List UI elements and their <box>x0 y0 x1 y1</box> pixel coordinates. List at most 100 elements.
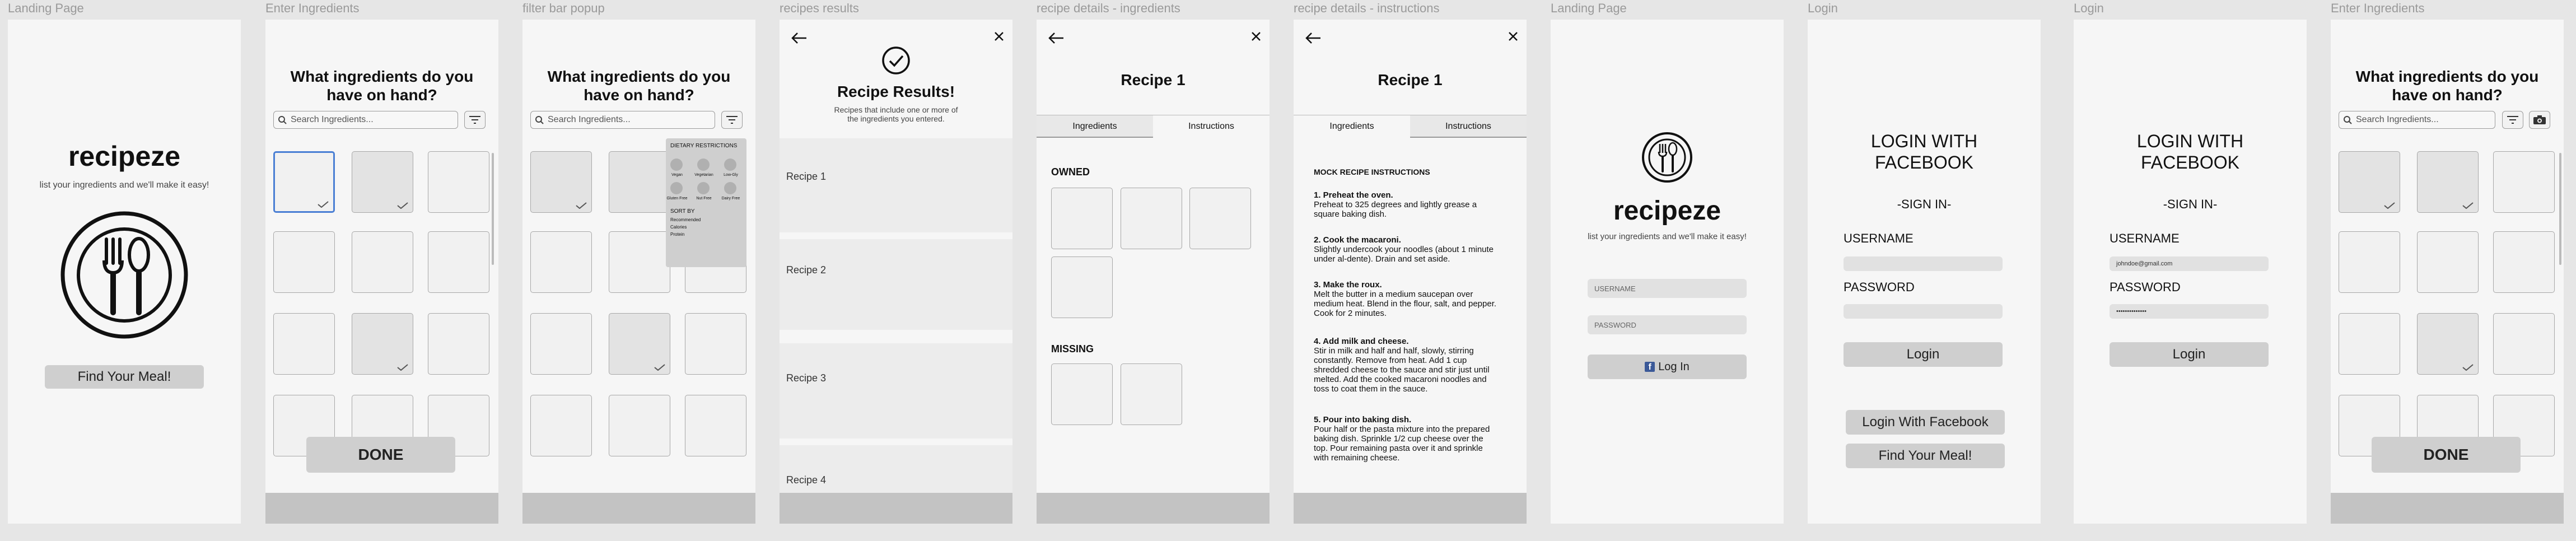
sort-option[interactable]: Protein <box>670 232 684 237</box>
missing-heading: MISSING <box>1051 343 1094 355</box>
login-button[interactable]: Login <box>1844 342 2003 367</box>
ingredient-tile[interactable] <box>2493 151 2555 213</box>
tab-ingredients[interactable]: Ingredients <box>1294 115 1410 138</box>
find-meal-button[interactable]: Find Your Meal! <box>1846 444 2005 468</box>
filter-icon <box>469 116 480 124</box>
search-input[interactable]: Search Ingredients... <box>273 111 458 129</box>
filter-popup-frame: What ingredients do you have on hand? Se… <box>522 20 755 524</box>
filter-option-toggle[interactable] <box>724 182 736 194</box>
close-icon[interactable] <box>1250 31 1262 42</box>
filter-button[interactable] <box>721 111 743 129</box>
close-icon[interactable] <box>1508 31 1519 42</box>
password-field[interactable]: •••••••••••••• <box>2110 304 2269 319</box>
ingredient-tile[interactable] <box>530 313 592 375</box>
password-field[interactable] <box>1844 304 2003 319</box>
bottom-bar <box>265 493 498 524</box>
back-arrow-icon[interactable] <box>1305 32 1322 44</box>
done-button[interactable]: DONE <box>306 437 455 473</box>
filter-button[interactable] <box>2502 111 2523 129</box>
ingredient-tile[interactable] <box>1189 188 1251 249</box>
done-button[interactable]: DONE <box>2372 437 2521 473</box>
ingredient-tile[interactable] <box>2493 231 2555 293</box>
results-title: Recipe Results! <box>837 83 955 100</box>
ingredient-tile[interactable] <box>273 313 335 375</box>
ingredient-tile[interactable] <box>530 231 592 293</box>
ingredient-tile[interactable] <box>609 151 670 213</box>
filter-option-toggle[interactable] <box>670 158 683 171</box>
ingredient-tile[interactable] <box>2417 151 2479 213</box>
username-field[interactable]: johndoe@gmail.com <box>2110 256 2269 271</box>
ingredient-tile[interactable] <box>2493 313 2555 375</box>
username-field[interactable] <box>1844 256 2003 271</box>
search-input[interactable]: Search Ingredients... <box>530 111 715 129</box>
camera-button[interactable] <box>2529 111 2550 129</box>
back-arrow-icon[interactable] <box>791 32 808 44</box>
ingredient-tile[interactable] <box>1121 363 1182 425</box>
results-subtitle: Recipes that include one or more of the … <box>834 105 958 123</box>
back-arrow-icon[interactable] <box>1048 32 1065 44</box>
tab-instructions[interactable]: Instructions <box>1410 115 1527 138</box>
ingredient-tile[interactable] <box>352 151 413 213</box>
ingredient-tile[interactable] <box>428 231 489 293</box>
ingredient-tile[interactable] <box>609 313 670 375</box>
ingredient-tile[interactable] <box>685 395 746 456</box>
sort-option[interactable]: Calories <box>670 225 687 230</box>
ingredient-tile[interactable] <box>1051 188 1113 249</box>
login-button[interactable]: Login <box>2110 342 2269 367</box>
filter-option-toggle[interactable] <box>670 182 683 194</box>
check-icon <box>318 201 329 208</box>
ingredient-tile[interactable] <box>2339 231 2400 293</box>
ingredient-tile[interactable] <box>352 313 413 375</box>
ingredient-tile[interactable] <box>1051 363 1113 425</box>
ingredient-tile[interactable] <box>530 151 592 213</box>
frame-label-details-ingredients: recipe details - ingredients <box>1037 1 1180 15</box>
ingredient-tile[interactable] <box>609 231 670 293</box>
scrollbar[interactable] <box>2559 153 2561 265</box>
sort-option[interactable]: Recommended <box>670 217 701 222</box>
find-meal-button[interactable]: Find Your Meal! <box>45 365 204 389</box>
recipe-card[interactable]: Recipe 3 <box>780 343 1012 439</box>
recipe-card[interactable]: Recipe 2 <box>780 239 1012 330</box>
ingredient-tile[interactable] <box>2417 231 2479 293</box>
ingredient-tile[interactable] <box>2339 313 2400 375</box>
login-button[interactable]: f Log In <box>1588 355 1747 379</box>
frame-label-enter-ingredients-2: Enter Ingredients <box>2331 1 2425 15</box>
login-filled-frame: LOGIN WITH FACEBOOK -SIGN IN- USERNAME j… <box>2074 20 2307 524</box>
recipe-title: Recipe 4 <box>786 474 827 486</box>
step-title: 2. Cook the macaroni. <box>1314 235 1401 245</box>
ingredient-tile[interactable] <box>2417 313 2479 375</box>
step-text: Pour half or the pasta mixture into the … <box>1314 425 1490 463</box>
filter-option-toggle[interactable] <box>724 158 736 171</box>
recipe-card[interactable]: Recipe 1 <box>780 138 1012 232</box>
recipe-card[interactable]: Recipe 4 <box>780 445 1012 496</box>
recipe-title: Recipe 1 <box>1378 71 1443 88</box>
filter-option-toggle[interactable] <box>697 158 710 171</box>
ingredient-tile[interactable] <box>428 151 489 213</box>
step-text: Slightly undercook your noodles (about 1… <box>1314 245 1494 264</box>
tab-ingredients[interactable]: Ingredients <box>1037 115 1153 138</box>
tab-instructions[interactable]: Instructions <box>1153 115 1270 138</box>
filter-icon <box>726 116 738 124</box>
search-input[interactable]: Search Ingredients... <box>2339 111 2495 129</box>
ingredient-tile[interactable] <box>273 231 335 293</box>
scrollbar[interactable] <box>492 153 494 265</box>
ingredient-tile[interactable] <box>428 313 489 375</box>
ingredient-tile[interactable] <box>2339 151 2400 213</box>
password-field[interactable]: PASSWORD <box>1588 315 1747 334</box>
close-icon[interactable] <box>993 31 1005 42</box>
recipe-title: Recipe 2 <box>786 264 827 276</box>
filter-button[interactable] <box>464 111 486 129</box>
bottom-bar <box>2331 493 2564 524</box>
ingredient-tile[interactable] <box>1051 256 1113 318</box>
ingredient-tile[interactable] <box>1121 188 1182 249</box>
instruction-step: 3. Make the roux. Melt the butter in a m… <box>1314 280 1499 318</box>
ingredient-tile[interactable] <box>685 313 746 375</box>
ingredient-tile[interactable] <box>530 395 592 456</box>
login-facebook-button[interactable]: Login With Facebook <box>1846 410 2005 435</box>
ingredient-tile[interactable] <box>352 231 413 293</box>
filter-option-toggle[interactable] <box>697 182 710 194</box>
ingredient-tile[interactable] <box>273 151 335 213</box>
step-title: 1. Preheat the oven. <box>1314 190 1393 200</box>
ingredient-tile[interactable] <box>609 395 670 456</box>
username-field[interactable]: USERNAME <box>1588 279 1747 298</box>
